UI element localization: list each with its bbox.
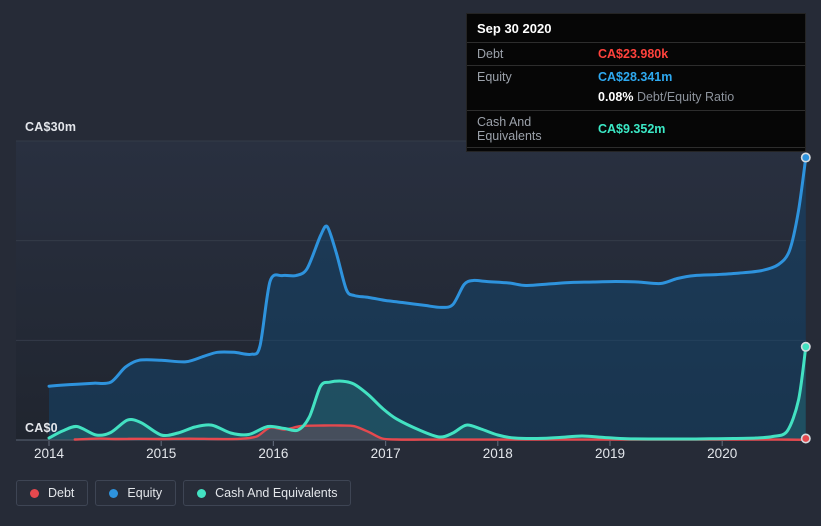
tooltip-cash-label: Cash And Equivalents [477,115,542,143]
tooltip-debt-value: CA$23.980k [598,47,669,61]
tooltip-equity-label: Equity [477,70,512,84]
legend-label-debt: Debt [48,486,75,500]
tooltip-ratio-label: Debt/Equity Ratio [636,90,735,104]
cash-and-equivalents-endpoint-marker [800,341,811,352]
x-tick-label-2016: 2016 [258,446,288,461]
legend-item-cash[interactable]: Cash And Equivalents [183,480,352,506]
debt-dot-icon [30,488,39,498]
y-axis-label-zero: CA$0 [25,421,58,435]
x-tick-label-2018: 2018 [483,446,513,461]
tooltip-equity-value: CA$28.341m [598,70,673,84]
tooltip-cash-value: CA$9.352m [598,122,666,136]
tooltip-ratio-row: 0.08% Debt/Equity Ratio [467,88,805,110]
tooltip-cash-row: Cash And Equivalents CA$9.352m [467,110,805,147]
tooltip-equity-row: Equity CA$28.341m [467,65,805,88]
tooltip-date: Sep 30 2020 [467,14,805,43]
equity-endpoint-marker [800,152,811,163]
legend-label-cash: Cash And Equivalents [215,486,338,500]
debt-endpoint-marker [800,433,811,444]
tooltip-ratio-value: 0.08% [598,90,634,104]
balance-sheet-chart-panel: 2014 2015 2016 2017 2018 2019 2020 CA$30m CA$0… [0,0,821,526]
legend-item-debt[interactable]: Debt [16,480,89,506]
x-tick-label-2017: 2017 [371,446,401,461]
x-tick-label-2020: 2020 [707,446,737,461]
x-tick-label-2014: 2014 [34,446,65,461]
x-tick-label-2015: 2015 [146,446,176,461]
equity-dot-icon [109,488,119,498]
y-axis-label-top: CA$30m [25,120,77,134]
chart-tooltip: Sep 30 2020 Debt CA$23.980k Equity CA$28… [466,13,806,152]
tooltip-debt-label: Debt [477,47,504,61]
chart-legend: Debt Equity Cash And Equivalents [16,480,352,506]
legend-item-equity[interactable]: Equity [95,480,177,506]
legend-label-equity: Equity [127,486,163,500]
tooltip-bottom-rule [467,147,805,151]
cash-dot-icon [197,488,207,498]
tooltip-debt-row: Debt CA$23.980k [467,43,805,65]
x-tick-label-2019: 2019 [595,446,625,461]
